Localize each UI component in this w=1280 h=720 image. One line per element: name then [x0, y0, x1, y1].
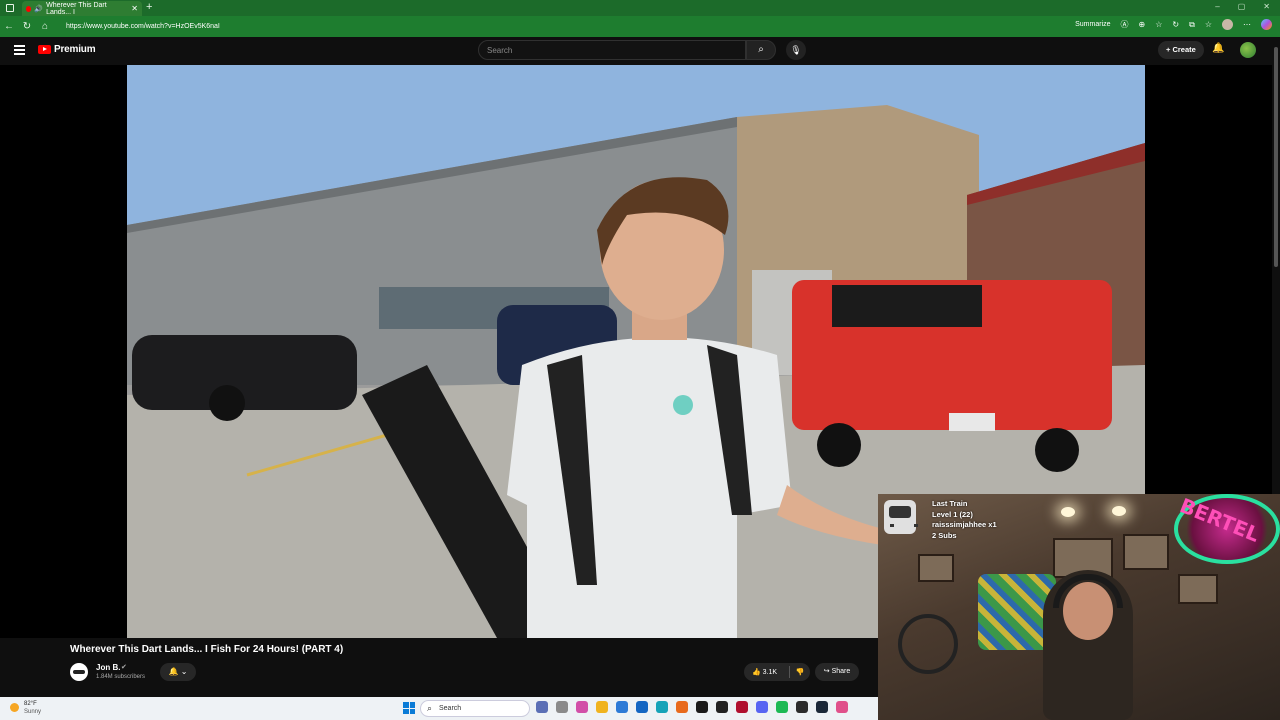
search-placeholder: Search — [487, 46, 513, 55]
spotify-icon[interactable] — [776, 701, 788, 713]
app-icon[interactable] — [696, 701, 708, 713]
search-input[interactable]: Search — [478, 40, 746, 60]
task-view-icon[interactable] — [536, 701, 548, 713]
windows-taskbar: 82°F Sunny Search — [0, 697, 878, 720]
notifications-bell-icon[interactable]: 🔔 — [1212, 43, 1224, 54]
search-button[interactable]: ⌕ — [746, 40, 776, 60]
channel-name[interactable]: Jon B. — [96, 663, 120, 672]
sun-icon — [10, 703, 19, 712]
search-icon: ⌕ — [758, 44, 764, 55]
store-icon[interactable] — [616, 701, 628, 713]
address-bar: ← ↻ ⌂ https://www.youtube.com/watch?v=Hz… — [0, 16, 1280, 37]
tab-actions-icon[interactable] — [6, 4, 14, 12]
refresh-icon[interactable]: ↻ — [18, 21, 36, 32]
share-label: Share — [831, 668, 851, 675]
wall-frame — [1123, 534, 1169, 570]
weather-condition: Sunny — [24, 709, 42, 715]
summarize-button[interactable]: Summarize — [1075, 21, 1110, 28]
read-aloud-icon[interactable]: Ⓐ — [1121, 19, 1129, 30]
like-button[interactable]: 👍 3.1K — [744, 668, 789, 676]
youtube-logo[interactable]: Premium — [38, 44, 96, 55]
streamer-webcam-overlay: BERTEL Last Train Level 1 (22) raisssimj… — [878, 494, 1280, 720]
windows-start-icon[interactable] — [403, 702, 415, 714]
media-app-icon[interactable] — [736, 701, 748, 713]
copilot-app-icon[interactable] — [576, 701, 588, 713]
discord-icon[interactable] — [756, 701, 768, 713]
ceiling-light — [1112, 506, 1126, 516]
like-count: 3.1K — [762, 669, 778, 676]
menu-icon[interactable] — [14, 45, 25, 55]
pinned-app-icon[interactable] — [836, 701, 848, 713]
notification-bell-button[interactable]: 🔔 ⌄ — [160, 663, 196, 681]
mic-arm — [898, 614, 958, 674]
logo-text: Premium — [54, 44, 96, 55]
favorite-star-icon[interactable]: ☆ — [1155, 20, 1162, 29]
temperature: 82°F — [24, 701, 37, 707]
close-tab-icon[interactable]: ✕ — [131, 4, 138, 13]
steam-icon[interactable] — [816, 701, 828, 713]
youtube-header: Premium Search ⌕ 🎙 + Create 🔔 — [0, 37, 1280, 65]
outlook-icon[interactable] — [636, 701, 648, 713]
favorites-icon[interactable]: ☆ — [1205, 20, 1212, 29]
share-icon: ↪ — [823, 668, 830, 675]
back-icon[interactable]: ← — [0, 21, 18, 32]
new-tab-button[interactable]: + — [146, 1, 152, 13]
voice-search-button[interactable]: 🎙 — [786, 40, 806, 60]
ceiling-light — [1061, 507, 1075, 517]
obs-icon[interactable] — [796, 701, 808, 713]
taskbar-apps — [536, 701, 848, 713]
youtube-favicon — [26, 5, 32, 12]
copilot-icon[interactable] — [1261, 19, 1272, 30]
mic-icon: 🎙 — [790, 45, 802, 55]
subscriber-count: 1.84M subscribers — [96, 674, 146, 680]
window-close-icon[interactable]: ✕ — [1263, 2, 1270, 11]
thumbs-up-icon: 👍 — [752, 669, 761, 676]
browser-tabstrip — [0, 0, 1280, 16]
zoom-icon[interactable]: ⊕ — [1139, 20, 1146, 29]
video-title: Wherever This Dart Lands... I Fish For 2… — [70, 644, 344, 655]
widgets-icon[interactable] — [556, 701, 568, 713]
user-avatar[interactable] — [1240, 42, 1256, 58]
extensions-icon[interactable]: ⧉ — [1189, 20, 1195, 30]
firefox-icon[interactable] — [676, 701, 688, 713]
speaker-icon[interactable]: 🔊 — [34, 5, 43, 13]
file-explorer-icon[interactable] — [596, 701, 608, 713]
verified-badge-icon: ✔ — [121, 664, 127, 671]
dislike-button[interactable]: 👎 — [790, 668, 810, 676]
chevron-down-icon: ⌄ — [180, 667, 188, 676]
train-subs: 2 Subs — [932, 530, 957, 540]
bell-icon: 🔔 — [168, 667, 179, 676]
thumbs-down-icon: 👎 — [795, 669, 805, 676]
create-label: Create — [1172, 45, 1196, 54]
url-field[interactable]: https://www.youtube.com/watch?v=HzOEv5K6… — [66, 23, 220, 30]
home-icon[interactable]: ⌂ — [36, 21, 54, 32]
window-controls: – ▢ ✕ — [1215, 2, 1270, 11]
edge-icon[interactable] — [656, 701, 668, 713]
hype-train-info: Last Train Level 1 (22) raisssimjahhee x… — [932, 499, 997, 541]
minimize-icon[interactable]: – — [1215, 2, 1219, 11]
train-icon — [884, 500, 918, 534]
maximize-icon[interactable]: ▢ — [1238, 2, 1246, 11]
channel-avatar[interactable] — [70, 663, 88, 681]
more-options-icon[interactable]: ⋯ — [1243, 20, 1251, 29]
browser-tab-active[interactable]: 🔊 Wherever This Dart Lands... I ✕ — [22, 1, 142, 16]
train-contributor: raisssimjahhee x1 — [932, 520, 997, 529]
train-level: Level 1 (22) — [932, 509, 973, 519]
terminal-icon[interactable] — [716, 701, 728, 713]
weather-widget[interactable]: 82°F Sunny — [10, 700, 41, 716]
share-button[interactable]: ↪ Share — [815, 663, 859, 681]
wall-frame — [1178, 574, 1218, 604]
refresh-extension-icon[interactable]: ↻ — [1172, 20, 1179, 29]
tab-title: Wherever This Dart Lands... I — [46, 1, 107, 16]
wall-frame — [918, 554, 954, 582]
youtube-play-icon — [38, 45, 51, 54]
create-button[interactable]: + Create — [1158, 41, 1204, 59]
scrollbar-thumb[interactable] — [1274, 47, 1278, 267]
like-dislike-group: 👍 3.1K 👎 — [744, 663, 810, 681]
browser-toolbar-right: Summarize Ⓐ ⊕ ☆ ↻ ⧉ ☆ ⋯ — [1075, 19, 1272, 30]
taskbar-search[interactable]: Search — [420, 700, 530, 717]
train-title: Last Train — [932, 499, 968, 508]
profile-avatar[interactable] — [1222, 19, 1233, 30]
